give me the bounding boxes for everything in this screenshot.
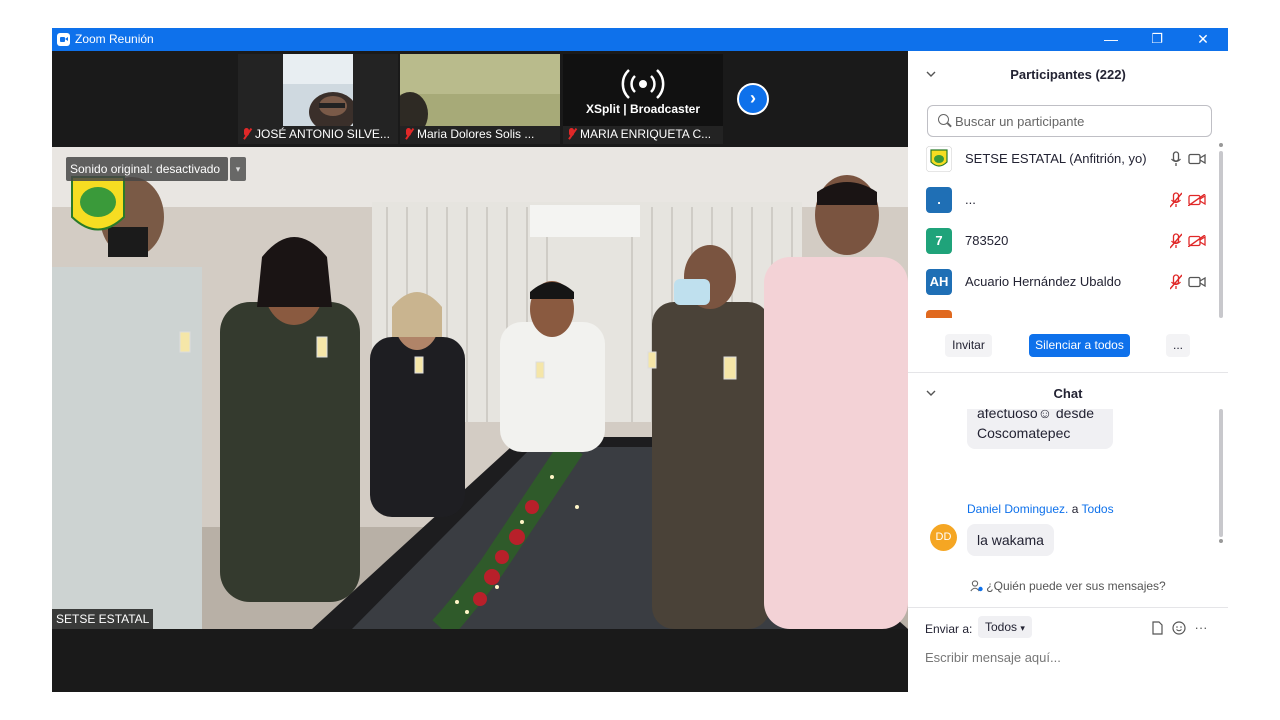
participant-avatar: AH	[926, 269, 952, 295]
camera-off-icon[interactable]	[1188, 235, 1206, 247]
participant-name: Acuario Hernández Ubaldo	[965, 274, 1122, 289]
search-placeholder: Buscar un participante	[955, 114, 1085, 129]
muted-mic-icon[interactable]	[1170, 233, 1182, 249]
minimize-button[interactable]: —	[1088, 28, 1134, 51]
invite-button[interactable]: Invitar	[945, 334, 992, 357]
chat-message: afectuoso☺ desde Coscomatepec	[967, 409, 1113, 449]
participant-row[interactable]: SETSE ESTATAL (Anfitrión, yo)	[908, 139, 1220, 180]
setse-avatar	[926, 146, 952, 172]
chat-compose: Enviar a: Todos ▾ ··· Escribir mensaje a…	[908, 607, 1228, 692]
participant-name: SETSE ESTATAL (Anfitrión, yo)	[965, 151, 1147, 166]
muted-mic-icon	[404, 128, 413, 140]
file-icon[interactable]	[1150, 621, 1164, 635]
chevron-down-icon: ▾	[1020, 623, 1025, 633]
close-button[interactable]: ✕	[1180, 28, 1226, 51]
send-to-select[interactable]: Todos ▾	[978, 616, 1032, 638]
muted-mic-icon	[567, 128, 576, 140]
zoom-window: Zoom Reunión — ❐ ✕ JOSÉ ANTONIO SILVE...	[52, 28, 1228, 692]
setse-logo-icon	[71, 176, 125, 231]
participant-avatar: .	[926, 187, 952, 213]
participant-video	[400, 54, 560, 126]
participant-name: ...	[965, 192, 976, 207]
chat-scroll-arrow[interactable]	[1219, 539, 1223, 543]
zoom-logo-icon	[57, 33, 70, 46]
chat-sender-line: Daniel Dominguez. a Todos	[967, 502, 1114, 516]
participant-name: 783520	[965, 233, 1009, 248]
participant-row[interactable]: AH Acuario Hernández Ubaldo	[908, 262, 1220, 303]
participant-avatar: 7	[926, 228, 952, 254]
muted-mic-icon	[242, 128, 251, 140]
main-video: Sonido original: desactivado ▾	[52, 147, 908, 629]
video-thumbnail[interactable]: JOSÉ ANTONIO SILVE...	[238, 54, 398, 144]
video-thumbnail[interactable]: XSplit | Broadcaster MARIA ENRIQUETA C..…	[563, 54, 723, 144]
muted-mic-icon[interactable]	[1170, 192, 1182, 208]
chat-recipient[interactable]: Todos	[1082, 502, 1114, 516]
partial-avatar	[926, 310, 952, 318]
active-speaker-label: SETSE ESTATAL	[52, 609, 154, 629]
emoji-icon[interactable]	[1172, 621, 1186, 635]
more-options-button[interactable]: ...	[1166, 334, 1190, 357]
chat-messages: afectuoso☺ desde Coscomatepec Daniel Dom…	[908, 409, 1228, 579]
participants-scrollbar[interactable]	[1219, 143, 1223, 318]
thumbnail-name: JOSÉ ANTONIO SILVE...	[242, 126, 390, 142]
thumbnail-strip: JOSÉ ANTONIO SILVE... Maria Dolores Soli…	[52, 51, 908, 147]
participants-header: Participantes (222)	[1010, 67, 1126, 82]
chat-avatar: DD	[930, 524, 957, 551]
camera-icon[interactable]	[1188, 153, 1206, 165]
side-panel: Participantes (222) Buscar un participan…	[908, 51, 1228, 692]
participant-video	[283, 54, 353, 126]
title-bar: Zoom Reunión — ❐ ✕	[52, 28, 1228, 51]
who-can-see-link[interactable]: ¿Quién puede ver sus mensajes?	[908, 579, 1228, 593]
xsplit-logo-text: XSplit | Broadcaster	[585, 102, 701, 116]
send-to-label: Enviar a:	[925, 622, 973, 636]
participant-search-input[interactable]: Buscar un participante	[927, 105, 1212, 137]
camera-off-icon[interactable]	[1188, 194, 1206, 206]
chat-message-input[interactable]: Escribir mensaje aquí...	[925, 650, 1061, 665]
more-chat-options-icon[interactable]: ···	[1194, 621, 1208, 635]
chat-message: la wakama	[967, 524, 1054, 556]
thumbnail-name: Maria Dolores Solis ...	[404, 126, 534, 142]
panel-divider	[908, 372, 1228, 373]
video-thumbnail[interactable]: Maria Dolores Solis ...	[400, 54, 560, 144]
meeting-room-video	[52, 147, 908, 629]
chat-header: Chat	[1053, 386, 1083, 401]
chat-sender[interactable]: Daniel Dominguez.	[967, 502, 1068, 516]
thumbnail-name: MARIA ENRIQUETA C...	[567, 126, 711, 142]
video-area: JOSÉ ANTONIO SILVE... Maria Dolores Soli…	[52, 51, 908, 692]
original-sound-toggle[interactable]: Sonido original: desactivado	[66, 157, 229, 181]
next-page-button[interactable]: ›	[737, 83, 769, 115]
camera-icon[interactable]	[1188, 276, 1206, 288]
restore-button[interactable]: ❐	[1134, 28, 1180, 51]
participant-row[interactable]: . ...	[908, 180, 1220, 221]
participant-row[interactable]: 7 783520	[908, 221, 1220, 262]
original-sound-dropdown[interactable]: ▾	[230, 157, 246, 181]
mic-icon[interactable]	[1170, 151, 1182, 167]
mute-all-button[interactable]: Silenciar a todos	[1029, 334, 1130, 357]
chat-scrollbar[interactable]	[1219, 409, 1223, 537]
search-icon	[938, 114, 949, 125]
person-icon	[970, 580, 983, 592]
muted-mic-icon[interactable]	[1170, 274, 1182, 290]
window-title: Zoom Reunión	[75, 32, 154, 46]
chat-to-word: a	[1071, 502, 1079, 516]
